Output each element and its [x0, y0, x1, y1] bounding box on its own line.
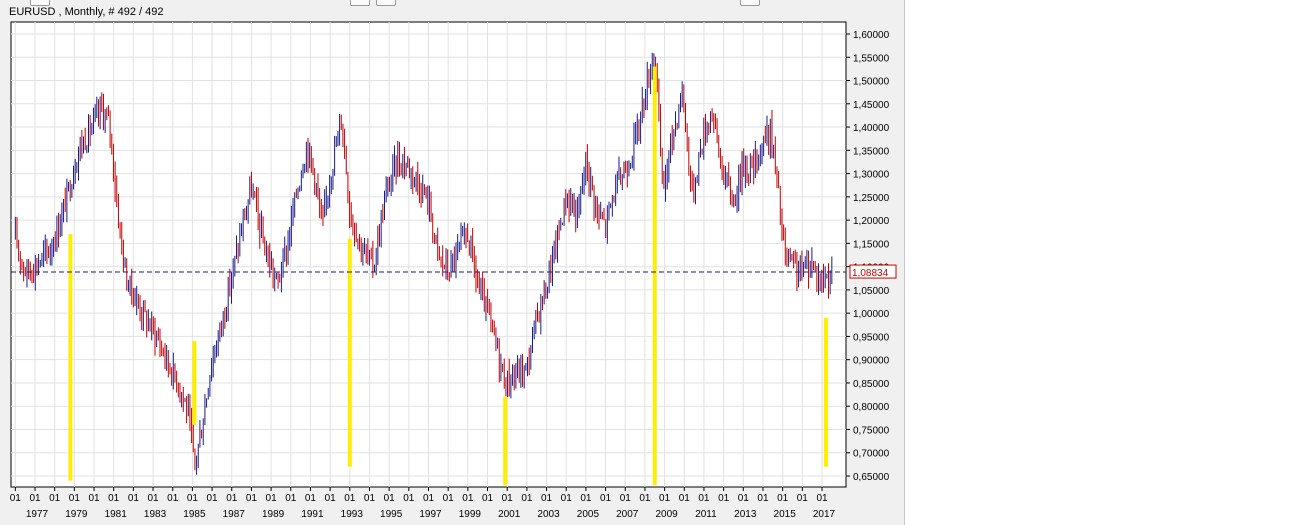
x-month-label: 01: [620, 493, 632, 504]
x-year-label: 1987: [223, 509, 246, 520]
x-month-label: 01: [325, 493, 337, 504]
y-tick-label: 0,80000: [853, 402, 890, 413]
y-tick-label: 0,95000: [853, 332, 890, 343]
x-month-label: 01: [108, 493, 120, 504]
x-year-label: 1985: [183, 509, 206, 520]
x-month-label: 01: [29, 493, 41, 504]
x-month-label: 01: [777, 493, 789, 504]
indicator-marker: [503, 396, 508, 486]
x-month-label: 01: [49, 493, 61, 504]
x-month-label: 01: [147, 493, 159, 504]
x-year-label: 1993: [341, 509, 364, 520]
x-month-label: 01: [285, 493, 297, 504]
indicator-marker: [68, 234, 73, 481]
x-month-label: 01: [757, 493, 769, 504]
x-month-label: 01: [364, 493, 376, 504]
y-tick-label: 0,65000: [853, 472, 890, 483]
x-year-label: 2009: [655, 509, 678, 520]
x-month-label: 01: [344, 493, 356, 504]
price-chart[interactable]: 1,60000 1,55000 1,50000 1,45000 1,40000 1,350…: [0, 0, 904, 525]
x-year-label: 1995: [380, 509, 403, 520]
x-month-label: 01: [423, 493, 435, 504]
x-month-label: 01: [561, 493, 573, 504]
x-year-label: 1989: [262, 509, 285, 520]
x-year-label: 2007: [616, 509, 639, 520]
y-tick-label: 1,45000: [853, 100, 890, 111]
y-tick-label: 1,50000: [853, 77, 890, 88]
x-month-label: 01: [738, 493, 750, 504]
x-year-label: 2015: [774, 509, 797, 520]
y-tick-label: 1,00000: [853, 309, 890, 320]
x-month-label: 01: [69, 493, 81, 504]
x-month-label: 01: [403, 493, 415, 504]
x-month-label: 01: [639, 493, 651, 504]
x-year-label: 2001: [498, 509, 521, 520]
y-tick-label: 0,90000: [853, 356, 890, 367]
y-tick-label: 0,70000: [853, 449, 890, 460]
x-month-label: 01: [88, 493, 100, 504]
y-tick-label: 1,05000: [853, 286, 890, 297]
x-month-label: 01: [128, 493, 140, 504]
y-tick-label: 1,15000: [853, 239, 890, 250]
x-month-label: 01: [679, 493, 691, 504]
x-month-label: 01: [10, 493, 22, 504]
chart-window: EURUSD , Monthly, # 492 / 492 1,60000 1,5…: [0, 0, 905, 525]
x-year-label: 1979: [65, 509, 88, 520]
x-month-label: 01: [305, 493, 317, 504]
x-month-label: 01: [187, 493, 199, 504]
x-month-label: 01: [384, 493, 396, 504]
y-tick-label: 1,55000: [853, 53, 890, 64]
x-month-label: 01: [443, 493, 455, 504]
x-month-label: 01: [521, 493, 533, 504]
x-year-label: 1981: [105, 509, 128, 520]
x-month-label: 01: [482, 493, 494, 504]
x-year-label: 2017: [813, 509, 836, 520]
x-month-label: 01: [698, 493, 710, 504]
x-year-label: 2005: [577, 509, 600, 520]
x-year-label: 2003: [537, 509, 560, 520]
indicator-marker: [823, 317, 828, 467]
current-price-label: 1,08834: [852, 268, 889, 279]
x-month-label: 01: [797, 493, 809, 504]
x-year-label: 1999: [459, 509, 482, 520]
x-year-label: 1983: [144, 509, 167, 520]
x-year-label: 1991: [301, 509, 324, 520]
y-tick-label: 1,40000: [853, 123, 890, 134]
x-year-label: 2011: [695, 509, 717, 520]
x-month-label: 01: [266, 493, 278, 504]
x-month-label: 01: [167, 493, 179, 504]
indicator-marker: [192, 341, 197, 425]
x-month-label: 01: [659, 493, 671, 504]
x-year-label: 2013: [734, 509, 757, 520]
y-tick-label: 1,60000: [853, 30, 890, 41]
x-month-label: 01: [246, 493, 258, 504]
x-month-label: 01: [718, 493, 730, 504]
y-tick-label: 0,75000: [853, 425, 890, 436]
x-month-label: 01: [462, 493, 474, 504]
y-tick-label: 0,85000: [853, 379, 890, 390]
x-month-label: 01: [816, 493, 828, 504]
x-month-label: 01: [207, 493, 219, 504]
y-tick-label: 1,35000: [853, 146, 890, 157]
x-month-label: 01: [541, 493, 553, 504]
x-month-label: 01: [580, 493, 592, 504]
x-month-label: 01: [600, 493, 612, 504]
x-year-label: 1977: [26, 509, 49, 520]
y-tick-label: 1,25000: [853, 193, 890, 204]
y-tick-label: 1,20000: [853, 216, 890, 227]
indicator-marker: [652, 66, 657, 486]
y-tick-label: 1,30000: [853, 170, 890, 181]
x-month-label: 01: [502, 493, 514, 504]
x-year-label: 1997: [419, 509, 442, 520]
indicator-marker: [347, 238, 352, 467]
x-month-label: 01: [226, 493, 238, 504]
